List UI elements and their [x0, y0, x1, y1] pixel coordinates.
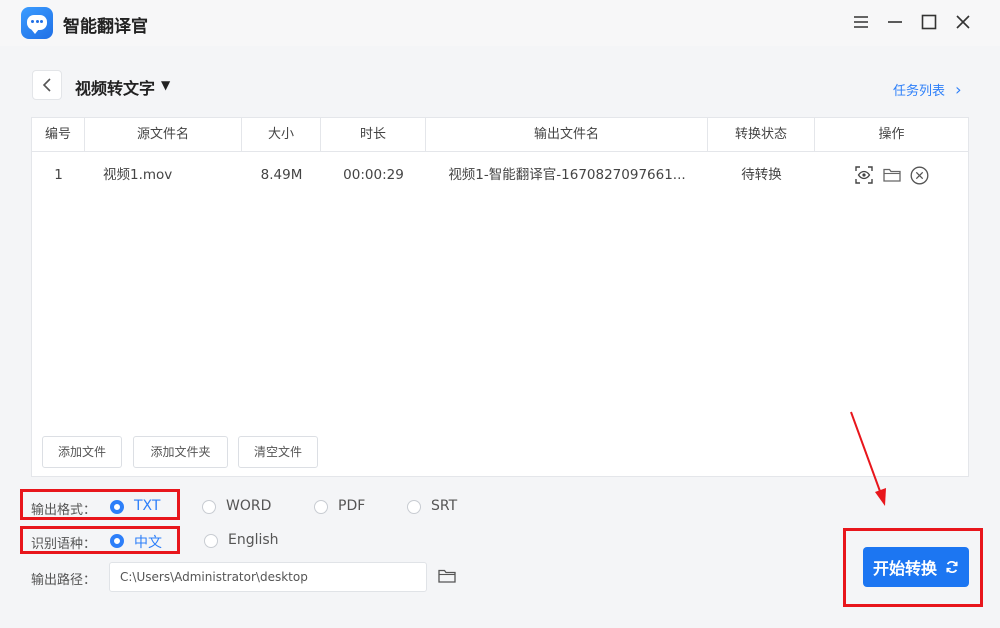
task-list-link[interactable]: 任务列表 ›	[893, 80, 962, 99]
app-title: 智能翻译官	[63, 17, 148, 37]
language-radio-english[interactable]	[204, 534, 218, 548]
back-button[interactable]	[32, 70, 62, 100]
format-radio-pdf[interactable]	[314, 500, 328, 514]
page-title[interactable]: 视频转文字	[75, 75, 155, 99]
highlight-box-language	[20, 526, 180, 554]
caret-down-icon[interactable]: ▼	[161, 78, 170, 92]
row-index: 1	[54, 167, 63, 183]
format-option-pdf[interactable]: PDF	[338, 498, 365, 514]
row-status: 待转换	[741, 167, 782, 183]
language-option-english[interactable]: English	[228, 532, 279, 548]
column-header: 源文件名	[85, 118, 242, 152]
format-radio-word[interactable]	[202, 500, 216, 514]
table-row[interactable]: 1 视频1.mov 8.49M 00:00:29 视频1-智能翻译官-16708…	[32, 153, 968, 197]
menu-icon[interactable]	[850, 11, 872, 33]
chevron-left-icon	[42, 78, 51, 92]
main-content: 视频转文字 ▼ 任务列表 › 编号 源文件名 大小 时长 输出文件名 转换状态 …	[0, 46, 1000, 628]
minimize-icon[interactable]	[884, 11, 906, 33]
table-header: 编号 源文件名 大小 时长 输出文件名 转换状态 操作	[32, 118, 968, 152]
chevron-right-icon: ›	[955, 80, 962, 99]
add-folder-button[interactable]: 添加文件夹	[133, 436, 228, 468]
folder-icon[interactable]	[882, 165, 902, 185]
preview-icon[interactable]	[854, 165, 874, 185]
highlight-box-start	[843, 528, 983, 607]
output-path-label: 输出路径：	[31, 573, 97, 588]
row-duration: 00:00:29	[343, 167, 404, 183]
column-header: 操作	[878, 127, 905, 142]
clear-files-button[interactable]: 清空文件	[238, 436, 318, 468]
app-logo-icon	[21, 7, 53, 39]
column-header: 大小	[242, 118, 321, 152]
row-actions	[815, 153, 968, 197]
format-option-word[interactable]: WORD	[226, 498, 271, 514]
maximize-icon[interactable]	[918, 11, 940, 33]
file-table: 编号 源文件名 大小 时长 输出文件名 转换状态 操作 1 视频1.mov 8.…	[31, 117, 969, 477]
column-header: 输出文件名	[426, 118, 708, 152]
format-option-srt[interactable]: SRT	[431, 498, 457, 514]
output-path-input[interactable]: C:\Users\Administrator\desktop	[109, 562, 427, 592]
column-header: 时长	[321, 118, 426, 152]
column-header: 转换状态	[708, 118, 815, 152]
row-output-file: 视频1-智能翻译官-1670827097661...	[448, 167, 686, 183]
title-bar: 智能翻译官	[0, 0, 1000, 46]
highlight-box-format	[20, 489, 180, 520]
task-list-label: 任务列表	[893, 84, 946, 99]
arrow-annotation	[850, 411, 886, 506]
column-header: 编号	[32, 118, 85, 152]
close-icon[interactable]	[952, 11, 974, 33]
remove-icon[interactable]	[910, 165, 930, 185]
row-size: 8.49M	[260, 167, 303, 183]
row-source-file: 视频1.mov	[103, 167, 173, 183]
format-radio-srt[interactable]	[407, 500, 421, 514]
folder-icon[interactable]	[438, 568, 456, 588]
add-file-button[interactable]: 添加文件	[42, 436, 122, 468]
